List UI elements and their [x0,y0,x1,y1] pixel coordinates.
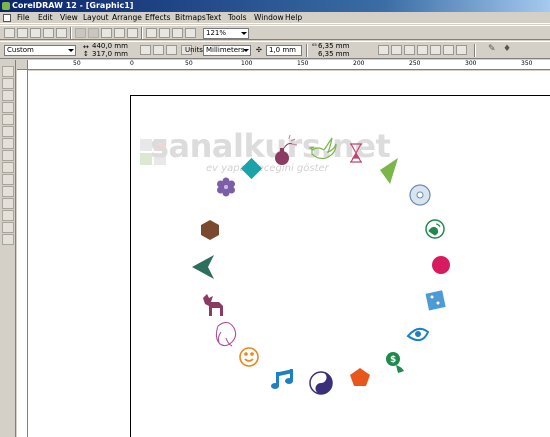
moose-shape[interactable] [203,294,223,316]
clipart-circle: $ [192,134,450,395]
smiley-shape[interactable] [239,347,259,367]
eye-shape[interactable] [406,327,430,342]
dove-shape[interactable] [308,137,337,160]
arrowhead-shape[interactable] [192,255,214,279]
circle-shape[interactable] [432,256,450,274]
pentagon-shape[interactable] [350,368,370,386]
diamond-shape[interactable] [240,157,263,180]
globe-shape[interactable] [425,219,445,239]
svg-text:$: $ [390,355,396,365]
bomb-shape[interactable] [275,134,298,165]
triangle-shape[interactable] [380,158,398,184]
flower-shape[interactable] [217,177,235,197]
cd-shape[interactable] [409,184,431,206]
music-note-shape[interactable] [271,369,293,389]
elephant-shape[interactable] [215,321,237,347]
hourglass-shape[interactable] [350,143,362,163]
cube-shape[interactable] [425,290,446,311]
yin-yang-shape[interactable] [309,371,333,395]
hexagon-shape[interactable] [201,220,219,240]
money-hand-shape[interactable]: $ [386,352,404,373]
